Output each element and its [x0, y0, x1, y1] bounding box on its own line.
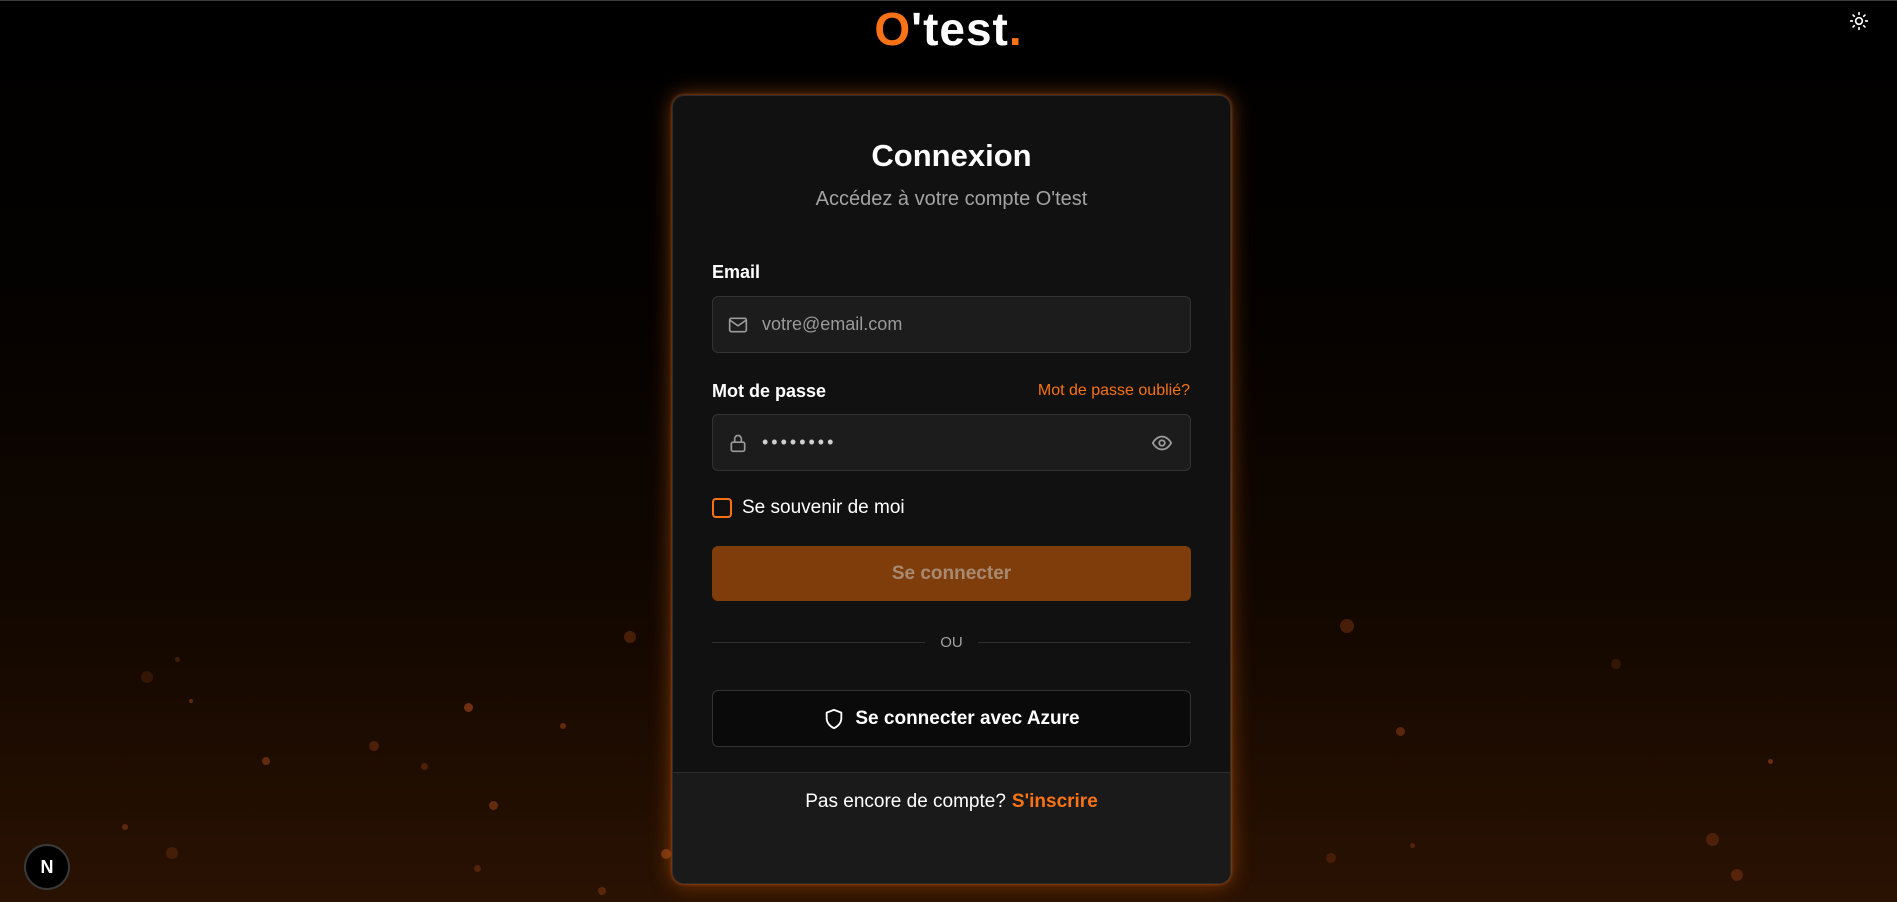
remember-me-checkbox[interactable]: Se souvenir de moi [712, 497, 905, 519]
divider-text: OU [940, 633, 963, 651]
eye-icon[interactable] [1151, 431, 1175, 455]
brand-logo[interactable]: O'test. [0, 5, 1897, 53]
logo-text: 'test [911, 3, 1009, 55]
azure-login-button[interactable]: Se connecter avec Azure [712, 690, 1191, 747]
dev-badge-label: N [40, 856, 54, 877]
submit-button[interactable]: Se connecter [712, 546, 1191, 601]
page-subtitle: Accédez à votre compte O'test [815, 188, 1088, 210]
theme-toggle-button[interactable] [1847, 9, 1871, 33]
signup-link[interactable]: S'inscrire [1012, 791, 1098, 883]
password-input[interactable]: •••••••• [762, 432, 1151, 453]
password-field[interactable]: •••••••• [712, 414, 1191, 471]
or-divider: OU [712, 632, 1191, 652]
remember-me-label: Se souvenir de moi [742, 497, 905, 518]
logo-letter-o: O [874, 3, 912, 55]
email-input[interactable] [762, 314, 1190, 335]
forgot-password-link[interactable]: Mot de passe oublié? [1038, 382, 1190, 400]
sun-icon [1849, 11, 1869, 31]
azure-login-label: Se connecter avec Azure [855, 707, 1080, 729]
page-title: Connexion [871, 138, 1032, 173]
checkbox-box[interactable] [712, 498, 732, 518]
email-label: Email [712, 262, 761, 282]
signup-prompt: Pas encore de compte? [805, 791, 1006, 812]
password-label: Mot de passe [712, 381, 827, 401]
card-footer: Pas encore de compte? S'inscrire [673, 772, 1230, 883]
email-field[interactable] [712, 296, 1191, 353]
lock-icon [728, 432, 750, 454]
dev-tools-badge[interactable]: N [24, 844, 70, 890]
login-card: Connexion Accédez à votre compte O'test … [672, 95, 1231, 884]
logo-dot: . [1008, 3, 1023, 55]
mail-icon [728, 314, 750, 336]
shield-icon [826, 708, 843, 729]
